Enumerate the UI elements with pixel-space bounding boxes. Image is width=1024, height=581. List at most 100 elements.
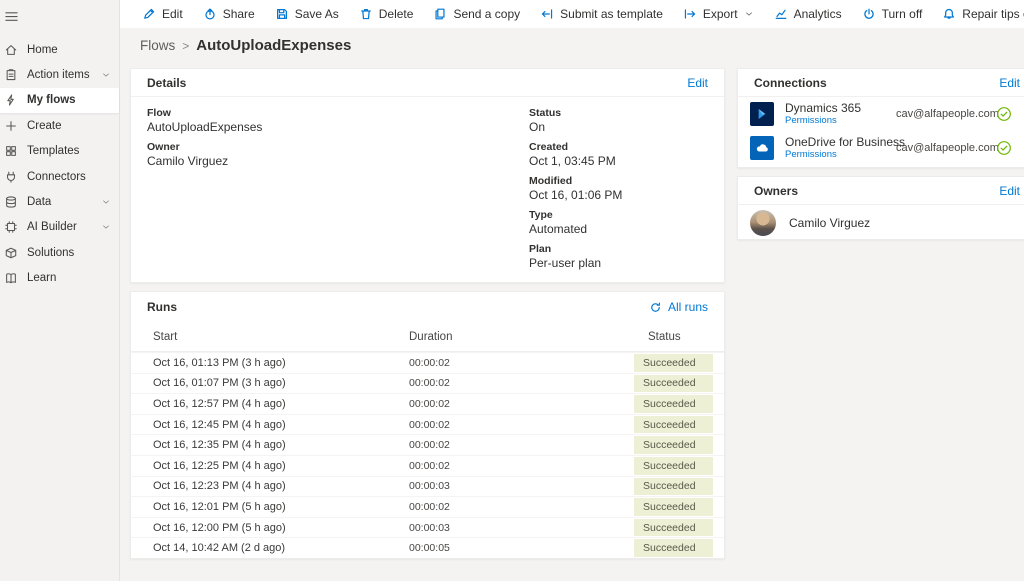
connection-row-dynamics-365[interactable]: Dynamics 365 Permissions cav@alfapeople.… xyxy=(738,97,1024,131)
hamburger-icon xyxy=(4,9,19,24)
table-row[interactable]: Oct 16, 01:07 PM (3 h ago) 00:00:02 Succ… xyxy=(131,373,724,394)
status-badge: Succeeded xyxy=(634,539,713,557)
connection-account: cav@alfapeople.com xyxy=(896,108,999,120)
templates-icon xyxy=(4,144,18,158)
learn-icon xyxy=(4,271,18,285)
field-plan: Plan Per-user plan xyxy=(529,243,622,271)
field-status: Status On xyxy=(529,107,622,135)
status-badge: Succeeded xyxy=(634,457,713,475)
sidebar-item-my-flows[interactable]: My flows xyxy=(0,88,119,113)
analytics-button-label: Analytics xyxy=(794,7,842,21)
table-row[interactable]: Oct 16, 12:00 PM (5 h ago) 00:00:03 Succ… xyxy=(131,517,724,538)
analytics-icon xyxy=(774,7,788,21)
sidebar-item-label: Action items xyxy=(27,69,101,81)
details-card: Details Edit Flow AutoUploadExpenses Own… xyxy=(130,68,725,283)
field-owner: Owner Camilo Virguez xyxy=(147,141,262,169)
table-row[interactable]: Oct 16, 12:01 PM (5 h ago) 00:00:02 Succ… xyxy=(131,496,724,517)
breadcrumb-flows-link[interactable]: Flows xyxy=(140,38,175,53)
sidebar-item-ai-builder[interactable]: AI Builder xyxy=(0,215,119,240)
turn-off-button[interactable]: Turn off xyxy=(852,0,933,28)
column-header-start[interactable]: Start xyxy=(131,331,409,343)
table-row[interactable]: Oct 16, 12:25 PM (4 h ago) 00:00:02 Succ… xyxy=(131,455,724,476)
create-icon xyxy=(4,119,18,133)
check-circle-icon xyxy=(996,140,1012,156)
my-flows-icon xyxy=(4,93,18,107)
sidebar-item-label: Solutions xyxy=(27,247,111,259)
owner-name: Camilo Virguez xyxy=(789,216,870,230)
connections-card: Connections Edit Dynamics 365 Permission… xyxy=(737,68,1024,168)
permissions-link[interactable]: Permissions xyxy=(785,115,861,126)
sidebar-item-label: My flows xyxy=(27,94,111,106)
table-row[interactable]: Oct 16, 12:57 PM (4 h ago) 00:00:02 Succ… xyxy=(131,393,724,414)
sidebar-item-data[interactable]: Data xyxy=(0,189,119,214)
save-as-icon xyxy=(275,7,289,21)
table-row[interactable]: Oct 16, 12:45 PM (4 h ago) 00:00:02 Succ… xyxy=(131,414,724,435)
field-flow: Flow AutoUploadExpenses xyxy=(147,107,262,135)
command-bar: Edit Share Save As Delete Send a copy Su… xyxy=(120,0,1024,28)
breadcrumb: Flows > AutoUploadExpenses xyxy=(140,37,351,54)
details-edit-link[interactable]: Edit xyxy=(687,76,708,90)
owners-card-title: Owners xyxy=(754,184,798,198)
column-header-status[interactable]: Status xyxy=(648,331,681,343)
sidebar: Home Action items My flows Create Templa… xyxy=(0,0,120,581)
repair-tips-off-button-label: Repair tips off xyxy=(962,7,1024,21)
bell-icon xyxy=(942,7,956,21)
sidebar-item-label: Data xyxy=(27,196,101,208)
share-button[interactable]: Share xyxy=(193,0,265,28)
save-as-button[interactable]: Save As xyxy=(265,0,349,28)
delete-icon xyxy=(359,7,373,21)
sidebar-item-create[interactable]: Create xyxy=(0,113,119,138)
submit-as-template-button[interactable]: Submit as template xyxy=(530,0,673,28)
sidebar-item-solutions[interactable]: Solutions xyxy=(0,240,119,265)
owner-row[interactable]: Camilo Virguez xyxy=(738,205,1024,241)
table-row[interactable]: Oct 16, 01:13 PM (3 h ago) 00:00:02 Succ… xyxy=(131,352,724,373)
sidebar-item-templates[interactable]: Templates xyxy=(0,139,119,164)
all-runs-button[interactable]: All runs xyxy=(649,300,708,314)
export-button[interactable]: Export xyxy=(673,0,764,28)
status-badge: Succeeded xyxy=(634,478,713,496)
sidebar-item-action-items[interactable]: Action items xyxy=(0,62,119,87)
status-badge: Succeeded xyxy=(634,519,713,537)
runs-card-title: Runs xyxy=(147,300,177,314)
share-icon xyxy=(203,7,217,21)
send-a-copy-button-label: Send a copy xyxy=(453,7,520,21)
sidebar-item-label: Connectors xyxy=(27,171,111,183)
breadcrumb-separator: > xyxy=(182,39,189,53)
status-badge: Succeeded xyxy=(634,375,713,393)
avatar xyxy=(750,210,776,236)
send-a-copy-button[interactable]: Send a copy xyxy=(423,0,530,28)
delete-button-label: Delete xyxy=(379,7,414,21)
connections-edit-link[interactable]: Edit xyxy=(999,76,1020,90)
table-row[interactable]: Oct 16, 12:23 PM (4 h ago) 00:00:03 Succ… xyxy=(131,476,724,497)
connection-name: Dynamics 365 xyxy=(785,102,861,115)
table-row[interactable]: Oct 14, 10:42 AM (2 d ago) 00:00:05 Succ… xyxy=(131,537,724,558)
permissions-link[interactable]: Permissions xyxy=(785,149,905,160)
sidebar-item-label: AI Builder xyxy=(27,221,101,233)
export-icon xyxy=(683,7,697,21)
check-circle-icon xyxy=(996,106,1012,122)
connectors-icon xyxy=(4,170,18,184)
column-header-duration[interactable]: Duration xyxy=(409,331,648,343)
sidebar-item-home[interactable]: Home xyxy=(0,37,119,62)
sidebar-item-label: Home xyxy=(27,44,111,56)
sidebar-item-learn[interactable]: Learn xyxy=(0,266,119,291)
analytics-button[interactable]: Analytics xyxy=(764,0,852,28)
sidebar-item-connectors[interactable]: Connectors xyxy=(0,164,119,189)
status-badge: Succeeded xyxy=(634,416,713,434)
field-type: Type Automated xyxy=(529,209,622,237)
hamburger-menu-button[interactable] xyxy=(0,0,119,24)
edit-button[interactable]: Edit xyxy=(132,0,193,28)
table-row[interactable]: Oct 16, 12:35 PM (4 h ago) 00:00:02 Succ… xyxy=(131,434,724,455)
repair-tips-off-button[interactable]: Repair tips off xyxy=(932,0,1024,28)
edit-icon xyxy=(142,7,156,21)
status-badge: Succeeded xyxy=(634,354,713,372)
refresh-icon xyxy=(649,301,662,314)
delete-button[interactable]: Delete xyxy=(349,0,424,28)
home-icon xyxy=(4,43,18,57)
connection-row-onedrive[interactable]: OneDrive for Business Permissions cav@al… xyxy=(738,131,1024,165)
dynamics-365-icon xyxy=(750,102,774,126)
submit-as-template-button-label: Submit as template xyxy=(560,7,663,21)
owners-edit-link[interactable]: Edit xyxy=(999,184,1020,198)
sidebar-item-label: Templates xyxy=(27,145,111,157)
export-button-label: Export xyxy=(703,7,738,21)
